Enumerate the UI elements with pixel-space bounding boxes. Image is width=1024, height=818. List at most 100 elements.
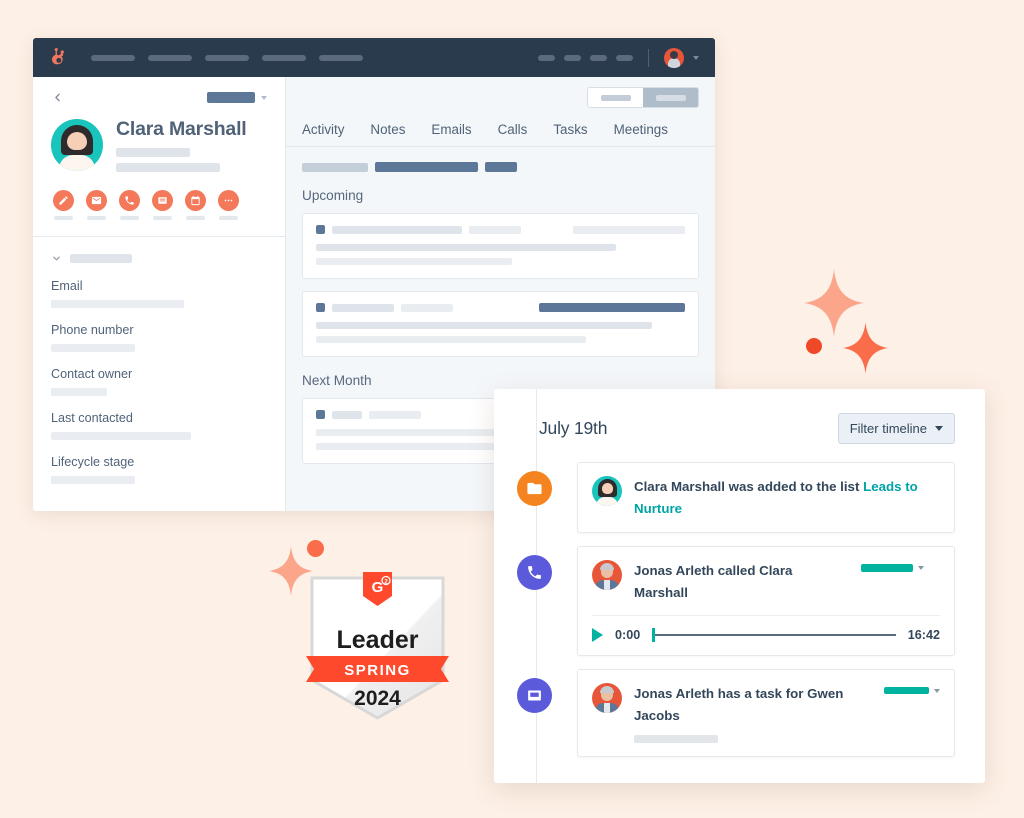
tab-meetings[interactable]: Meetings — [614, 122, 668, 137]
timeline-status-badge-group[interactable] — [884, 683, 940, 695]
activity-title-placeholder — [332, 303, 394, 312]
timeline-card[interactable]: Clara Marshall was added to the list Lea… — [577, 462, 955, 534]
nav-items[interactable] — [91, 54, 363, 61]
contact-action-button[interactable] — [207, 92, 255, 103]
audio-progress-knob[interactable] — [652, 628, 656, 643]
nav-action-icon[interactable] — [538, 54, 555, 61]
timeline-card[interactable]: Jonas Arleth has a task for Gwen Jacobs — [577, 669, 955, 758]
hubspot-sprocket-icon[interactable] — [49, 47, 69, 68]
nav-item[interactable] — [148, 54, 192, 61]
field-value-placeholder — [51, 388, 107, 396]
call-recording-player: 0:00 16:42 — [592, 615, 940, 643]
timeline-item-list-added: Clara Marshall was added to the list Lea… — [517, 462, 955, 534]
activity-type-icon — [316, 303, 325, 312]
timeline-date-heading: July 19th — [539, 418, 608, 438]
timeline-card[interactable]: Jonas Arleth called Clara Marshall 0:00 … — [577, 546, 955, 657]
chevron-down-icon[interactable] — [693, 55, 699, 60]
timeline-item-text: Jonas Arleth called Clara Marshall — [634, 563, 793, 600]
tab-tasks[interactable]: Tasks — [553, 122, 587, 137]
chevron-down-icon[interactable] — [934, 688, 940, 693]
tab-activity[interactable]: Activity — [302, 122, 344, 137]
tab-calls[interactable]: Calls — [498, 122, 528, 137]
contact-header: Clara Marshall — [33, 77, 285, 220]
filter-timeline-button[interactable]: Filter timeline — [837, 413, 955, 444]
nav-action-icon[interactable] — [564, 54, 581, 61]
play-icon[interactable] — [592, 628, 603, 643]
g2-badge-year: 2024 — [354, 687, 401, 710]
audio-duration: 16:42 — [907, 628, 940, 643]
nav-action-icon[interactable] — [616, 54, 633, 61]
chevron-down-icon[interactable] — [918, 566, 924, 571]
nav-action-icon[interactable] — [590, 54, 607, 61]
view-toggle-row — [286, 77, 715, 108]
nav-item[interactable] — [205, 54, 249, 61]
sparkle-icon — [843, 322, 888, 374]
chevron-down-icon — [935, 426, 943, 431]
field-label: Contact owner — [51, 367, 133, 381]
filter-chip-active[interactable] — [375, 162, 478, 172]
field-contact-owner: Contact owner — [51, 367, 267, 396]
view-toggle-option-left[interactable] — [588, 88, 643, 107]
task-tray-icon-circle[interactable] — [517, 678, 552, 714]
field-label: Last contacted — [51, 411, 133, 425]
action-meeting[interactable] — [185, 190, 206, 220]
status-badge — [861, 564, 913, 573]
audio-progress-track[interactable] — [652, 628, 896, 643]
phone-icon-circle[interactable] — [517, 555, 552, 591]
view-toggle[interactable] — [587, 87, 699, 108]
action-more[interactable] — [218, 190, 239, 220]
action-edit[interactable] — [53, 190, 74, 220]
sparkle-small — [843, 322, 888, 374]
chevron-left-icon[interactable] — [51, 91, 64, 104]
avatar-jonas — [592, 683, 622, 714]
pencil-icon — [59, 196, 68, 205]
section-title-upcoming: Upcoming — [302, 188, 364, 203]
tab-emails[interactable]: Emails — [431, 122, 471, 137]
nav-item[interactable] — [319, 54, 363, 61]
action-note[interactable] — [152, 190, 173, 220]
status-badge — [884, 687, 929, 695]
field-lifecycle-stage: Lifecycle stage — [51, 455, 267, 484]
nav-right-group — [538, 47, 699, 68]
filter-chip[interactable] — [302, 162, 368, 172]
phone-icon — [125, 196, 134, 205]
view-toggle-option-right[interactable] — [643, 88, 698, 107]
field-value-placeholder — [51, 476, 135, 484]
timeline-item-call: Jonas Arleth called Clara Marshall 0:00 … — [517, 546, 955, 657]
user-avatar[interactable] — [664, 47, 684, 68]
filter-chip[interactable] — [485, 162, 517, 172]
contact-company-placeholder — [116, 163, 220, 172]
g2-leader-badge: G 2 Leader SPRING 2024 — [306, 572, 449, 724]
folder-list-icon-circle[interactable] — [517, 471, 552, 506]
action-email[interactable] — [86, 190, 107, 220]
activity-date-placeholder — [573, 225, 685, 234]
activity-tabs: Activity Notes Emails Calls Tasks Meetin… — [286, 108, 715, 147]
timeline-status-badge-group[interactable] — [861, 560, 924, 573]
calendar-icon — [191, 195, 200, 206]
g2-badge-season: SPRING — [344, 662, 411, 679]
field-email: Email — [51, 279, 267, 308]
activity-meta-placeholder — [469, 225, 521, 234]
contact-avatar — [51, 119, 103, 171]
audio-current-time: 0:00 — [615, 628, 641, 643]
activity-meta-placeholder — [369, 410, 421, 419]
chevron-down-icon — [53, 256, 60, 261]
nav-divider — [648, 48, 649, 67]
activity-card[interactable] — [302, 213, 699, 279]
contact-name: Clara Marshall — [116, 118, 247, 140]
nav-item[interactable] — [262, 54, 306, 61]
timeline-item-text: Jonas Arleth has a task for Gwen Jacobs — [634, 686, 844, 723]
properties-section-header[interactable] — [51, 253, 267, 264]
g2-badge-title: Leader — [337, 626, 419, 654]
activity-card[interactable] — [302, 291, 699, 357]
action-call[interactable] — [119, 190, 140, 220]
chevron-down-icon[interactable] — [261, 95, 267, 100]
nav-item[interactable] — [91, 54, 135, 61]
folder-list-icon — [527, 482, 542, 495]
activity-filter-row[interactable] — [302, 162, 699, 172]
timeline-item-task: Jonas Arleth has a task for Gwen Jacobs — [517, 669, 955, 758]
contact-subtitle-placeholder — [116, 148, 190, 157]
tab-notes[interactable]: Notes — [370, 122, 405, 137]
activity-type-icon — [316, 225, 325, 234]
activity-body-line — [316, 336, 586, 343]
